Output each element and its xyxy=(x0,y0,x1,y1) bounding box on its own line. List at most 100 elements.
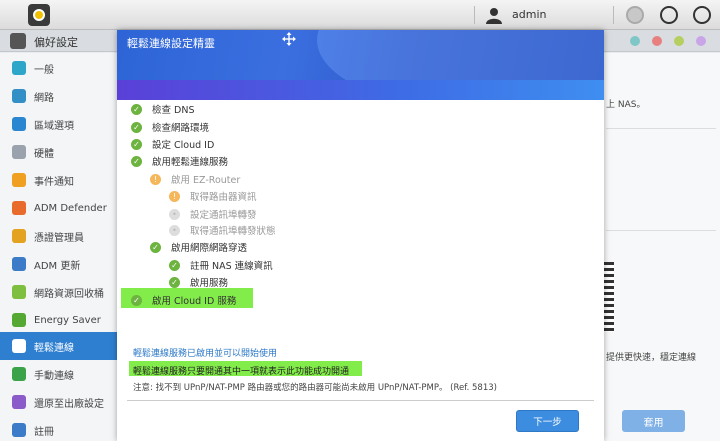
info-ready-text: 輕鬆連線服務已啟用並可以開始使用 xyxy=(133,349,278,359)
sidebar-item-label: 手動連線 xyxy=(34,370,74,382)
step-enable-service: ✓ 啟用服務 xyxy=(169,275,228,289)
step-check-network: ✓ 檢查網路環境 xyxy=(131,120,209,134)
sidebar-item-label: 註冊 xyxy=(34,426,54,438)
apply-button[interactable]: 套用 xyxy=(622,410,685,432)
step-get-router-info: ! 取得路由器資訊 xyxy=(169,189,257,203)
speedometer-icon[interactable] xyxy=(660,6,678,24)
sidebar-item-certificates[interactable]: 憑證管理員 xyxy=(0,222,118,250)
hardware-icon xyxy=(12,145,26,159)
sidebar-item-manual-connect[interactable]: 手動連線 xyxy=(0,360,118,388)
step-label: 啟用 Cloud ID 服務 xyxy=(152,296,237,307)
window-dot-red[interactable] xyxy=(652,36,662,46)
check-icon: ✓ xyxy=(169,259,180,271)
sidebar-item-adm-update[interactable]: ADM 更新 xyxy=(0,250,118,278)
home-icon xyxy=(33,9,45,21)
divider xyxy=(127,400,594,401)
info-highlight-text: 輕鬆連線服務只要開通其中一項就表示此功能成功開通 xyxy=(133,367,350,377)
step-check-dns: ✓ 檢查 DNS xyxy=(131,102,194,116)
sidebar-item-recycle-bin[interactable]: 網路資源回收桶 xyxy=(0,278,118,306)
window-dot-teal[interactable] xyxy=(630,36,640,46)
settings-icon[interactable] xyxy=(693,6,711,24)
background-text: 上 NAS。 xyxy=(606,100,646,110)
sidebar-item-region[interactable]: 區域選項 xyxy=(0,110,118,138)
update-icon xyxy=(12,257,26,271)
pending-icon: • xyxy=(169,224,180,236)
general-icon xyxy=(12,61,26,75)
check-icon: ✓ xyxy=(131,155,142,167)
step-register-nas: ✓ 註冊 NAS 連線資訊 xyxy=(169,258,273,272)
sidebar-item-label: 區域選項 xyxy=(34,120,74,132)
sidebar-item-ez-connect[interactable]: 輕鬆連線 xyxy=(0,332,118,360)
step-label: 設定 Cloud ID xyxy=(152,140,215,151)
user-icon[interactable] xyxy=(485,6,503,24)
sidebar-item-factory-reset[interactable]: 還原至出廠設定 xyxy=(0,388,118,416)
pending-icon: • xyxy=(169,208,180,220)
sidebar-item-label: ADM Defender xyxy=(34,202,107,214)
sidebar-item-general[interactable]: 一般 xyxy=(0,54,118,82)
step-label: 檢查網路環境 xyxy=(152,123,210,134)
step-label: 啟用網際網路穿透 xyxy=(171,243,248,254)
sidebar-item-label: 硬體 xyxy=(34,148,54,160)
sidebar-item-label: 事件通知 xyxy=(34,176,74,188)
sidebar-item-energy-saver[interactable]: Energy Saver xyxy=(0,306,118,334)
sidebar-item-label: 網路資源回收桶 xyxy=(34,288,104,300)
background-text: 提供更快速，穩定連線 xyxy=(606,353,697,363)
sidebar-item-label: ADM 更新 xyxy=(34,260,81,272)
divider xyxy=(474,6,475,24)
step-label: 啟用服務 xyxy=(190,278,229,289)
step-label: 啟用輕鬆連線服務 xyxy=(152,157,229,168)
window-dot-green[interactable] xyxy=(674,36,684,46)
ez-connect-wizard-dialog: 輕鬆連線設定精靈 ✓ 檢查 DNS ✓ 檢查網路環境 ✓ 設定 Cloud ID ✓ 啟… xyxy=(117,30,604,441)
cloud-icon xyxy=(12,339,26,353)
step-label: 註冊 NAS 連線資訊 xyxy=(190,261,273,272)
step-label: 設定通訊埠轉發 xyxy=(190,210,257,221)
dialog-header: 輕鬆連線設定精靈 xyxy=(117,30,604,80)
top-bar: admin xyxy=(0,0,720,30)
check-icon: ✓ xyxy=(131,121,142,133)
step-enable-traversal: ✓ 啟用網際網路穿透 xyxy=(150,240,247,254)
sidebar-item-hardware[interactable]: 硬體 xyxy=(0,138,118,166)
sidebar-item-label: Energy Saver xyxy=(34,314,101,326)
sidebar-item-registration[interactable]: 註冊 xyxy=(0,416,118,441)
step-label: 取得路由器資訊 xyxy=(190,192,257,203)
manual-connect-icon xyxy=(12,367,26,381)
check-icon: ✓ xyxy=(131,138,142,150)
home-button[interactable] xyxy=(28,4,50,26)
preferences-app-icon xyxy=(10,33,26,49)
sidebar-item-label: 一般 xyxy=(34,64,54,76)
dialog-title: 輕鬆連線設定精靈 xyxy=(127,37,215,50)
shield-icon xyxy=(12,201,26,215)
energy-icon xyxy=(12,313,26,327)
move-icon[interactable] xyxy=(282,32,296,46)
check-icon: ✓ xyxy=(131,103,142,115)
notification-icon[interactable] xyxy=(626,6,644,24)
warning-icon: ! xyxy=(150,173,161,185)
register-icon xyxy=(12,423,26,437)
step-label: 啟用 EZ-Router xyxy=(171,175,241,186)
sidebar-item-label: 還原至出廠設定 xyxy=(34,398,104,410)
check-icon: ✓ xyxy=(150,241,161,253)
certificate-icon xyxy=(12,229,26,243)
step-get-port-forwarding-status: • 取得通訊埠轉發狀態 xyxy=(169,223,276,237)
window-title: 偏好設定 xyxy=(34,36,78,49)
window-dot-purple[interactable] xyxy=(696,36,706,46)
divider xyxy=(606,128,716,129)
step-set-port-forwarding: • 設定通訊埠轉發 xyxy=(169,207,257,221)
user-name[interactable]: admin xyxy=(512,8,546,21)
step-set-cloud-id: ✓ 設定 Cloud ID xyxy=(131,137,214,151)
sidebar: 一般 網路 區域選項 硬體 事件通知 ADM Defender 憑證管理員 AD… xyxy=(0,53,118,441)
sidebar-item-adm-defender[interactable]: ADM Defender xyxy=(0,194,118,222)
sidebar-item-label: 輕鬆連線 xyxy=(34,342,74,354)
alert-icon xyxy=(12,173,26,187)
sidebar-item-network[interactable]: 網路 xyxy=(0,82,118,110)
reset-icon xyxy=(12,395,26,409)
check-icon: ✓ xyxy=(131,294,142,306)
divider xyxy=(606,230,716,231)
next-button[interactable]: 下一步 xyxy=(516,410,579,432)
qr-code xyxy=(604,262,614,332)
step-label: 取得通訊埠轉發狀態 xyxy=(190,226,276,237)
sidebar-item-notifications[interactable]: 事件通知 xyxy=(0,166,118,194)
step-enable-ez-router: ! 啟用 EZ-Router xyxy=(150,172,240,186)
region-icon xyxy=(12,117,26,131)
note-text: 注意: 找不到 UPnP/NAT-PMP 路由器或您的路由器可能尚未啟用 UPn… xyxy=(133,383,497,393)
